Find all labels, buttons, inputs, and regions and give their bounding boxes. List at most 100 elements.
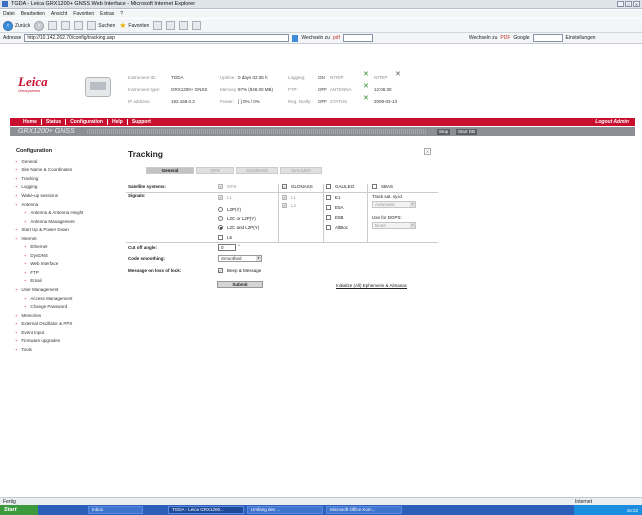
gps-l5-checkbox[interactable]: L5 [218,235,232,240]
code-smoothing-select[interactable]: Smoothed ▼ [218,255,262,262]
forward-arrow-icon[interactable]: › [34,20,45,31]
tab-general[interactable]: General [146,167,194,174]
nav-home[interactable]: Home [19,119,42,125]
galileo-altboc-checkbox[interactable]: AltBoc [326,225,348,230]
tracking-panel: Tracking X General GPS GLONASS GALILEO S… [126,148,438,313]
gps-l2c-and-radio[interactable]: L2C and L2P(Y) [218,225,259,230]
status-text: Fertig [3,498,16,505]
initialize-link[interactable]: Initialize (All) Ephemeris & Almanac [336,283,407,288]
wechseln-button[interactable]: Wechseln zu [301,35,330,41]
sidebar-item[interactable]: + Memories [10,311,118,320]
sidebar-item[interactable]: + Access Management [10,294,118,303]
gps-system-checkbox[interactable]: GPS [218,184,237,189]
tab-glonass[interactable]: GLONASS [236,167,278,174]
sidebar-item[interactable]: + External Oscillator & PPS [10,319,118,328]
glonass-l2-checkbox[interactable]: L2 [282,203,296,208]
home-icon[interactable] [74,21,84,30]
sidebar-item[interactable]: + Event Input [10,328,118,337]
glonass-l1-checkbox[interactable]: L1 [282,195,296,200]
start-db-button[interactable]: Start DB [456,129,478,135]
sidebar-item[interactable]: + FTP [10,268,118,277]
security-zone: Internet [575,498,592,505]
sidebar-item[interactable]: + Firmware upgrades [10,336,118,345]
sidebar-item[interactable]: + Email [10,277,118,286]
stop-icon[interactable] [48,21,58,30]
mail-icon[interactable] [166,21,176,30]
history-icon[interactable] [153,21,163,30]
pdf-button[interactable]: pdf [333,35,340,41]
sidebar-item[interactable]: + Start Up & Power Down [10,225,118,234]
close-window-button[interactable]: X [633,1,640,7]
sidebar-item[interactable]: + Antenna Management [10,217,118,226]
google-toolbar[interactable]: Google [513,35,529,41]
nav-support[interactable]: Support [128,119,155,125]
sidebar-item[interactable]: + Ethernet [10,242,118,251]
sidebar-item[interactable]: + Internet [10,234,118,243]
tab-galileo[interactable]: GALILEO [280,167,322,174]
stop-button[interactable]: Stop [437,129,451,135]
sidebar-item[interactable]: + User Management [10,285,118,294]
print-icon[interactable] [179,21,189,30]
menu-bearbeiten[interactable]: Bearbeiten [21,11,45,17]
tab-bar: General GPS GLONASS GALILEO [146,167,322,174]
settings-button[interactable]: Einstellungen [566,35,596,41]
close-panel-button[interactable]: X [424,148,431,155]
galileo-e1-checkbox[interactable]: E1 [326,195,341,200]
sbas-track-select[interactable]: Automatic ▼ [372,201,416,208]
task-inbox[interactable]: Inbox [88,506,143,514]
beep-message-checkbox[interactable]: Beep & Message [218,268,261,273]
sidebar-item[interactable]: + Site Name & Coordinates [10,166,118,175]
bullet-icon: + [15,158,18,164]
nav-help[interactable]: Help [108,119,128,125]
task-browser[interactable]: TGDA - Leica GRX1200... [168,506,244,514]
task-office[interactable]: Microsoft Office Kom... [326,506,402,514]
gps-l2c-or-radio[interactable]: L2C or L2P(Y) [218,216,256,221]
menu-extras[interactable]: Extras [100,11,114,17]
back-button[interactable]: ‹ Zurück [3,20,30,31]
gps-l2py-radio[interactable]: L2P(Y) [218,207,241,212]
bullet-icon: + [24,269,27,275]
menu-favoriten[interactable]: Favoriten [73,11,94,17]
favorites-button[interactable]: ★ Favoriten [119,21,149,30]
pdf-search-input[interactable] [342,34,373,42]
menu-ansicht[interactable]: Ansicht [51,11,67,17]
sidebar-item-label: Antenna & Antenna Height [30,210,84,216]
search-button[interactable]: Suchen [87,21,115,30]
submit-button[interactable]: Submit [217,281,263,288]
start-button[interactable]: Start [0,505,38,515]
sidebar-item[interactable]: + Wake-up sessions [10,191,118,200]
nav-status[interactable]: Status [42,119,67,125]
menu-help[interactable]: ? [120,11,123,17]
minimize-button[interactable]: _ [617,1,624,7]
nav-configuration[interactable]: Configuration [66,119,108,125]
wechseln-zu-button[interactable]: Wechseln zu [469,35,498,41]
sidebar-item[interactable]: + Change Password [10,302,118,311]
sidebar-item[interactable]: + Web Interface [10,260,118,269]
sidebar-item[interactable]: + Tools [10,345,118,354]
sbas-system-checkbox[interactable]: SBAS [372,184,393,189]
tab-gps[interactable]: GPS [196,167,234,174]
sidebar-item[interactable]: + Antenna & Antenna Height [10,208,118,217]
go-icon[interactable] [292,34,299,42]
url-input[interactable]: http://10.142.262.70/config/tracking.asp [24,34,290,42]
refresh-icon[interactable] [61,21,71,30]
cutoff-angle-input[interactable]: 0 [218,244,236,251]
sidebar-item[interactable]: + DynDNS [10,251,118,260]
gps-l1-checkbox[interactable]: L1 [218,195,232,200]
sidebar-item[interactable]: + Antenna [10,200,118,209]
galileo-e5a-checkbox[interactable]: E5A [326,205,344,210]
task-document[interactable]: Umfang des ... [247,506,323,514]
logout-link[interactable]: Logout Admin [595,119,629,125]
glonass-system-checkbox[interactable]: GLONASS [282,184,313,189]
sidebar-item[interactable]: + Logging [10,183,118,192]
galileo-e5b-checkbox[interactable]: E5B [326,215,344,220]
google-search-input[interactable] [532,34,563,42]
sbas-dgps-select[interactable]: None ▼ [372,222,416,229]
edit-icon[interactable] [192,21,202,30]
sidebar-item[interactable]: + Tracking [10,174,118,183]
galileo-system-checkbox[interactable]: GALILEO [326,184,354,189]
sidebar-item[interactable]: + General [10,157,118,166]
pdf-link[interactable]: PDF [500,35,510,41]
menu-datei[interactable]: Datei [3,11,15,17]
maximize-button[interactable]: □ [625,1,632,7]
